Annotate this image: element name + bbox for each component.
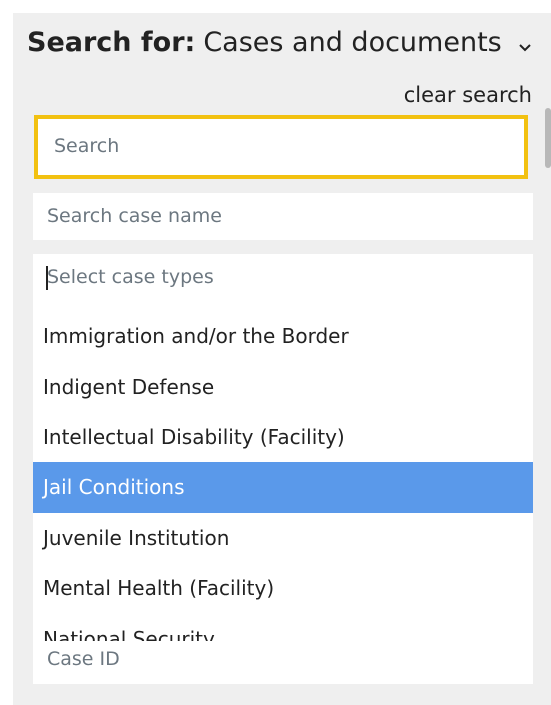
clear-search-link[interactable]: clear search [404,83,532,107]
search-input[interactable]: Search [34,115,528,179]
case-name-placeholder: Search case name [47,205,222,227]
case-id-input[interactable]: Case ID [33,642,533,684]
case-type-option[interactable]: Intellectual Disability (Facility) [33,412,533,462]
case-types-placeholder: Select case types [47,266,214,288]
case-id-placeholder: Case ID [47,648,120,670]
case-type-option[interactable]: Immigration and/or the Border [33,311,533,361]
case-type-option[interactable]: Jail Conditions [33,462,533,513]
search-placeholder: Search [54,135,120,157]
case-type-option[interactable]: Indigent Defense [33,361,533,411]
search-panel: Search for: Cases and documents clear se… [13,13,551,705]
search-for-label: Search for: [27,26,196,58]
case-name-input[interactable]: Search case name [33,193,533,240]
case-types-input[interactable]: Select case types [33,254,533,304]
search-for-dropdown[interactable]: Search for: Cases and documents [27,25,534,59]
scrollbar-thumb[interactable] [545,108,551,168]
search-for-value: Cases and documents [203,26,502,58]
case-type-option[interactable]: National Security [33,613,533,641]
case-type-option[interactable]: Mental Health (Facility) [33,563,533,613]
case-type-option[interactable]: Juvenile Institution [33,513,533,563]
case-types-select: Select case types Immigration and/or the… [33,254,533,684]
case-types-menu[interactable]: Immigration and/or the Border Indigent De… [33,311,533,641]
chevron-down-icon[interactable] [516,33,534,52]
